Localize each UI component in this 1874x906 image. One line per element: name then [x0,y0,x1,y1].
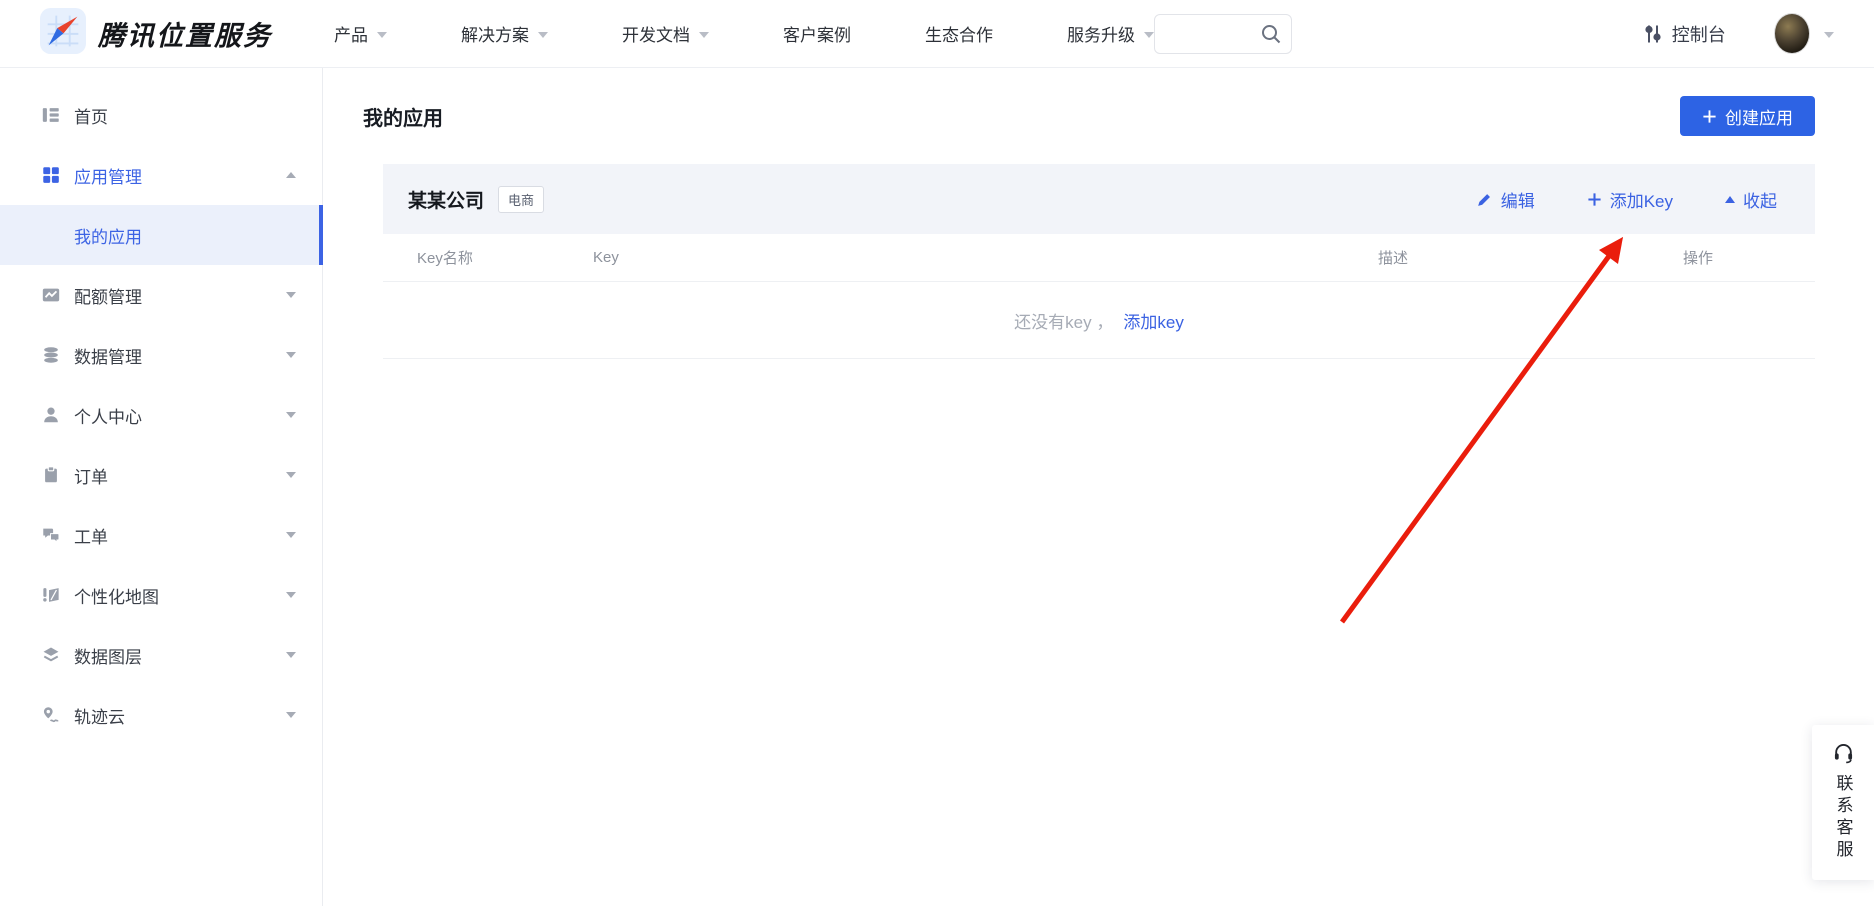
custom-map-icon [40,584,62,606]
nav-label: 产品 [334,21,368,46]
create-app-button[interactable]: 创建应用 [1680,96,1815,136]
sidebar-item-orders[interactable]: 订单 [0,445,322,505]
home-list-icon [40,104,62,126]
nav-label: 生态合作 [925,21,993,46]
contact-support-widget[interactable]: 联系客服 [1812,725,1874,880]
plus-icon [1702,109,1717,124]
sidebar-item-quota[interactable]: 配额管理 [0,265,322,325]
page-title: 我的应用 [363,102,443,131]
sidebar-item-data-layers[interactable]: 数据图层 [0,625,322,685]
search-box [1154,14,1292,54]
nav-item-ecosystem[interactable]: 生态合作 [925,21,993,46]
app-card-header: 某某公司 电商 编辑 添加Key [383,164,1815,234]
key-table-header: Key名称 Key 描述 操作 [383,234,1815,282]
chevron-down-icon [286,412,296,418]
sidebar-item-data-management[interactable]: 数据管理 [0,325,322,385]
nav-item-products[interactable]: 产品 [334,21,387,46]
quota-chart-icon [40,284,62,306]
chevron-down-icon [286,472,296,478]
nav-label: 服务升级 [1067,21,1135,46]
sidebar: 首页 应用管理 我的应用 [0,68,323,906]
collapse-label: 收起 [1743,187,1777,212]
sidebar-item-label: 轨迹云 [74,703,125,728]
order-clipboard-icon [40,464,62,486]
database-icon [40,344,62,366]
nav-item-docs[interactable]: 开发文档 [622,21,709,46]
add-key-link[interactable]: 添加key [1123,308,1183,333]
sidebar-item-home[interactable]: 首页 [0,85,322,145]
sliders-icon [1642,23,1664,45]
nav-label: 客户案例 [783,21,851,46]
sidebar-item-label: 数据管理 [74,343,142,368]
nav-label: 开发文档 [622,21,690,46]
add-key-label: 添加Key [1610,187,1673,212]
sidebar-item-label: 我的应用 [74,223,142,248]
ticket-chat-icon [40,524,62,546]
main-content: 我的应用 创建应用 某某公司 电商 编辑 [323,68,1874,906]
sidebar-item-label: 订单 [74,463,108,488]
app-category-badge: 电商 [498,186,544,213]
pencil-icon [1476,191,1493,208]
track-pin-icon [40,704,62,726]
app-name: 某某公司 [408,186,484,213]
chevron-down-icon [286,592,296,598]
chevron-down-icon [538,32,548,38]
brand-title: 腾讯位置服务 [98,14,272,53]
user-avatar[interactable] [1774,13,1810,54]
create-app-label: 创建应用 [1725,104,1793,129]
chevron-down-icon [377,32,387,38]
console-label: 控制台 [1672,21,1726,47]
headset-icon [1832,741,1855,764]
topbar: 腾讯位置服务 产品 解决方案 开发文档 客户案例 生态合作 服务升级 [0,0,1874,68]
nav-item-upgrade[interactable]: 服务升级 [1067,21,1154,46]
chevron-down-icon [286,292,296,298]
search-icon[interactable] [1260,23,1282,50]
grid-icon [40,164,62,186]
plus-icon [1587,192,1602,207]
chevron-up-icon [1725,196,1735,203]
top-navigation: 产品 解决方案 开发文档 客户案例 生态合作 服务升级 [334,21,1154,46]
sidebar-item-label: 工单 [74,523,108,548]
sidebar-item-label: 配额管理 [74,283,142,308]
sidebar-item-label: 个性化地图 [74,583,159,608]
chevron-down-icon [1144,32,1154,38]
column-header-operation: 操作 [1683,247,1815,268]
console-button[interactable]: 控制台 [1642,21,1726,47]
sidebar-item-personal-center[interactable]: 个人中心 [0,385,322,445]
column-header-description: 描述 [1378,247,1683,268]
chevron-down-icon [286,532,296,538]
app-card: 某某公司 电商 编辑 添加Key [383,164,1815,359]
column-header-key-name: Key名称 [417,247,593,268]
chevron-up-icon [286,172,296,178]
empty-key-row: 还没有key ， 添加key [383,282,1815,359]
sidebar-item-custom-map[interactable]: 个性化地图 [0,565,322,625]
collapse-card-button[interactable]: 收起 [1725,187,1777,212]
sidebar-item-label: 个人中心 [74,403,142,428]
brand-logo[interactable]: 腾讯位置服务 [40,8,272,59]
nav-label: 解决方案 [461,21,529,46]
edit-label: 编辑 [1501,187,1535,212]
chevron-down-icon [286,652,296,658]
sidebar-item-my-apps[interactable]: 我的应用 [0,205,322,265]
sidebar-item-app-management[interactable]: 应用管理 [0,145,322,205]
sidebar-item-label: 应用管理 [74,163,142,188]
nav-item-cases[interactable]: 客户案例 [783,21,851,46]
add-key-button[interactable]: 添加Key [1587,187,1673,212]
chevron-down-icon [286,352,296,358]
user-menu-chevron-icon[interactable] [1824,32,1834,38]
chevron-down-icon [286,712,296,718]
contact-support-label: 联系客服 [1831,774,1856,862]
sidebar-item-label: 数据图层 [74,643,142,668]
user-icon [40,404,62,426]
chevron-down-icon [699,32,709,38]
compass-logo-icon [40,8,86,59]
edit-app-button[interactable]: 编辑 [1476,187,1535,212]
sidebar-item-label: 首页 [74,103,108,128]
layers-icon [40,644,62,666]
nav-item-solutions[interactable]: 解决方案 [461,21,548,46]
sidebar-item-tickets[interactable]: 工单 [0,505,322,565]
column-header-key: Key [593,249,1378,266]
sidebar-item-track-cloud[interactable]: 轨迹云 [0,685,322,745]
empty-state-text: 还没有key ， [1014,308,1113,333]
